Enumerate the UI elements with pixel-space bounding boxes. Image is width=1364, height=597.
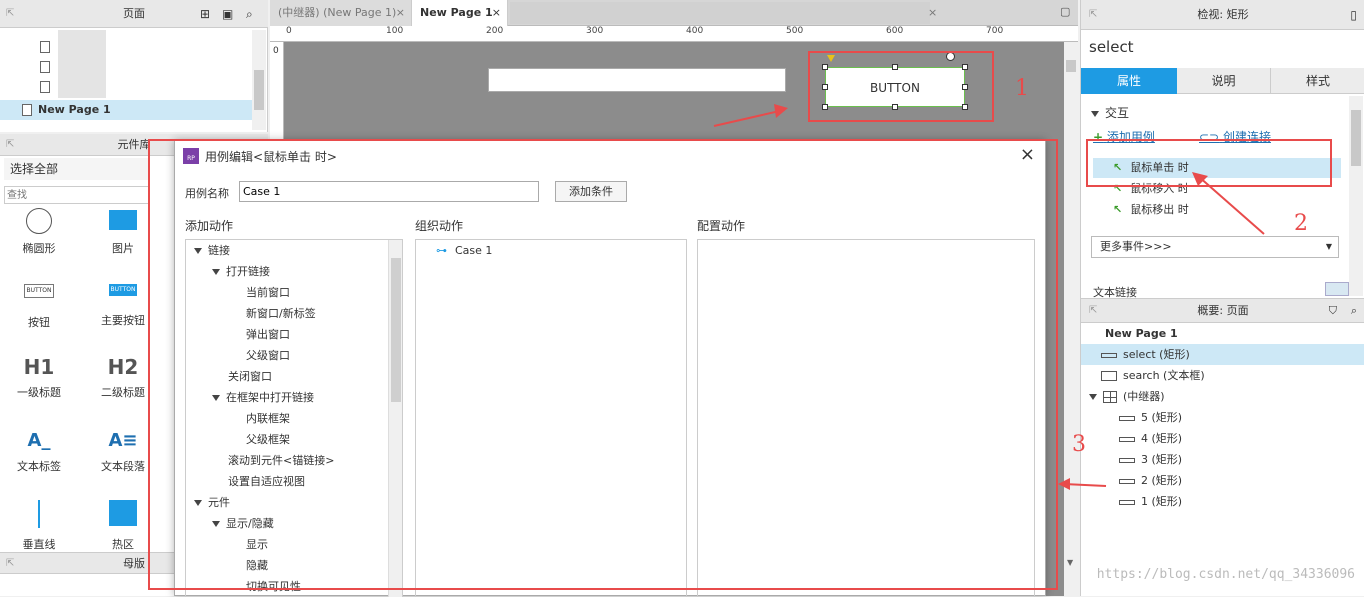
annotation-arrows (713, 104, 1265, 490)
